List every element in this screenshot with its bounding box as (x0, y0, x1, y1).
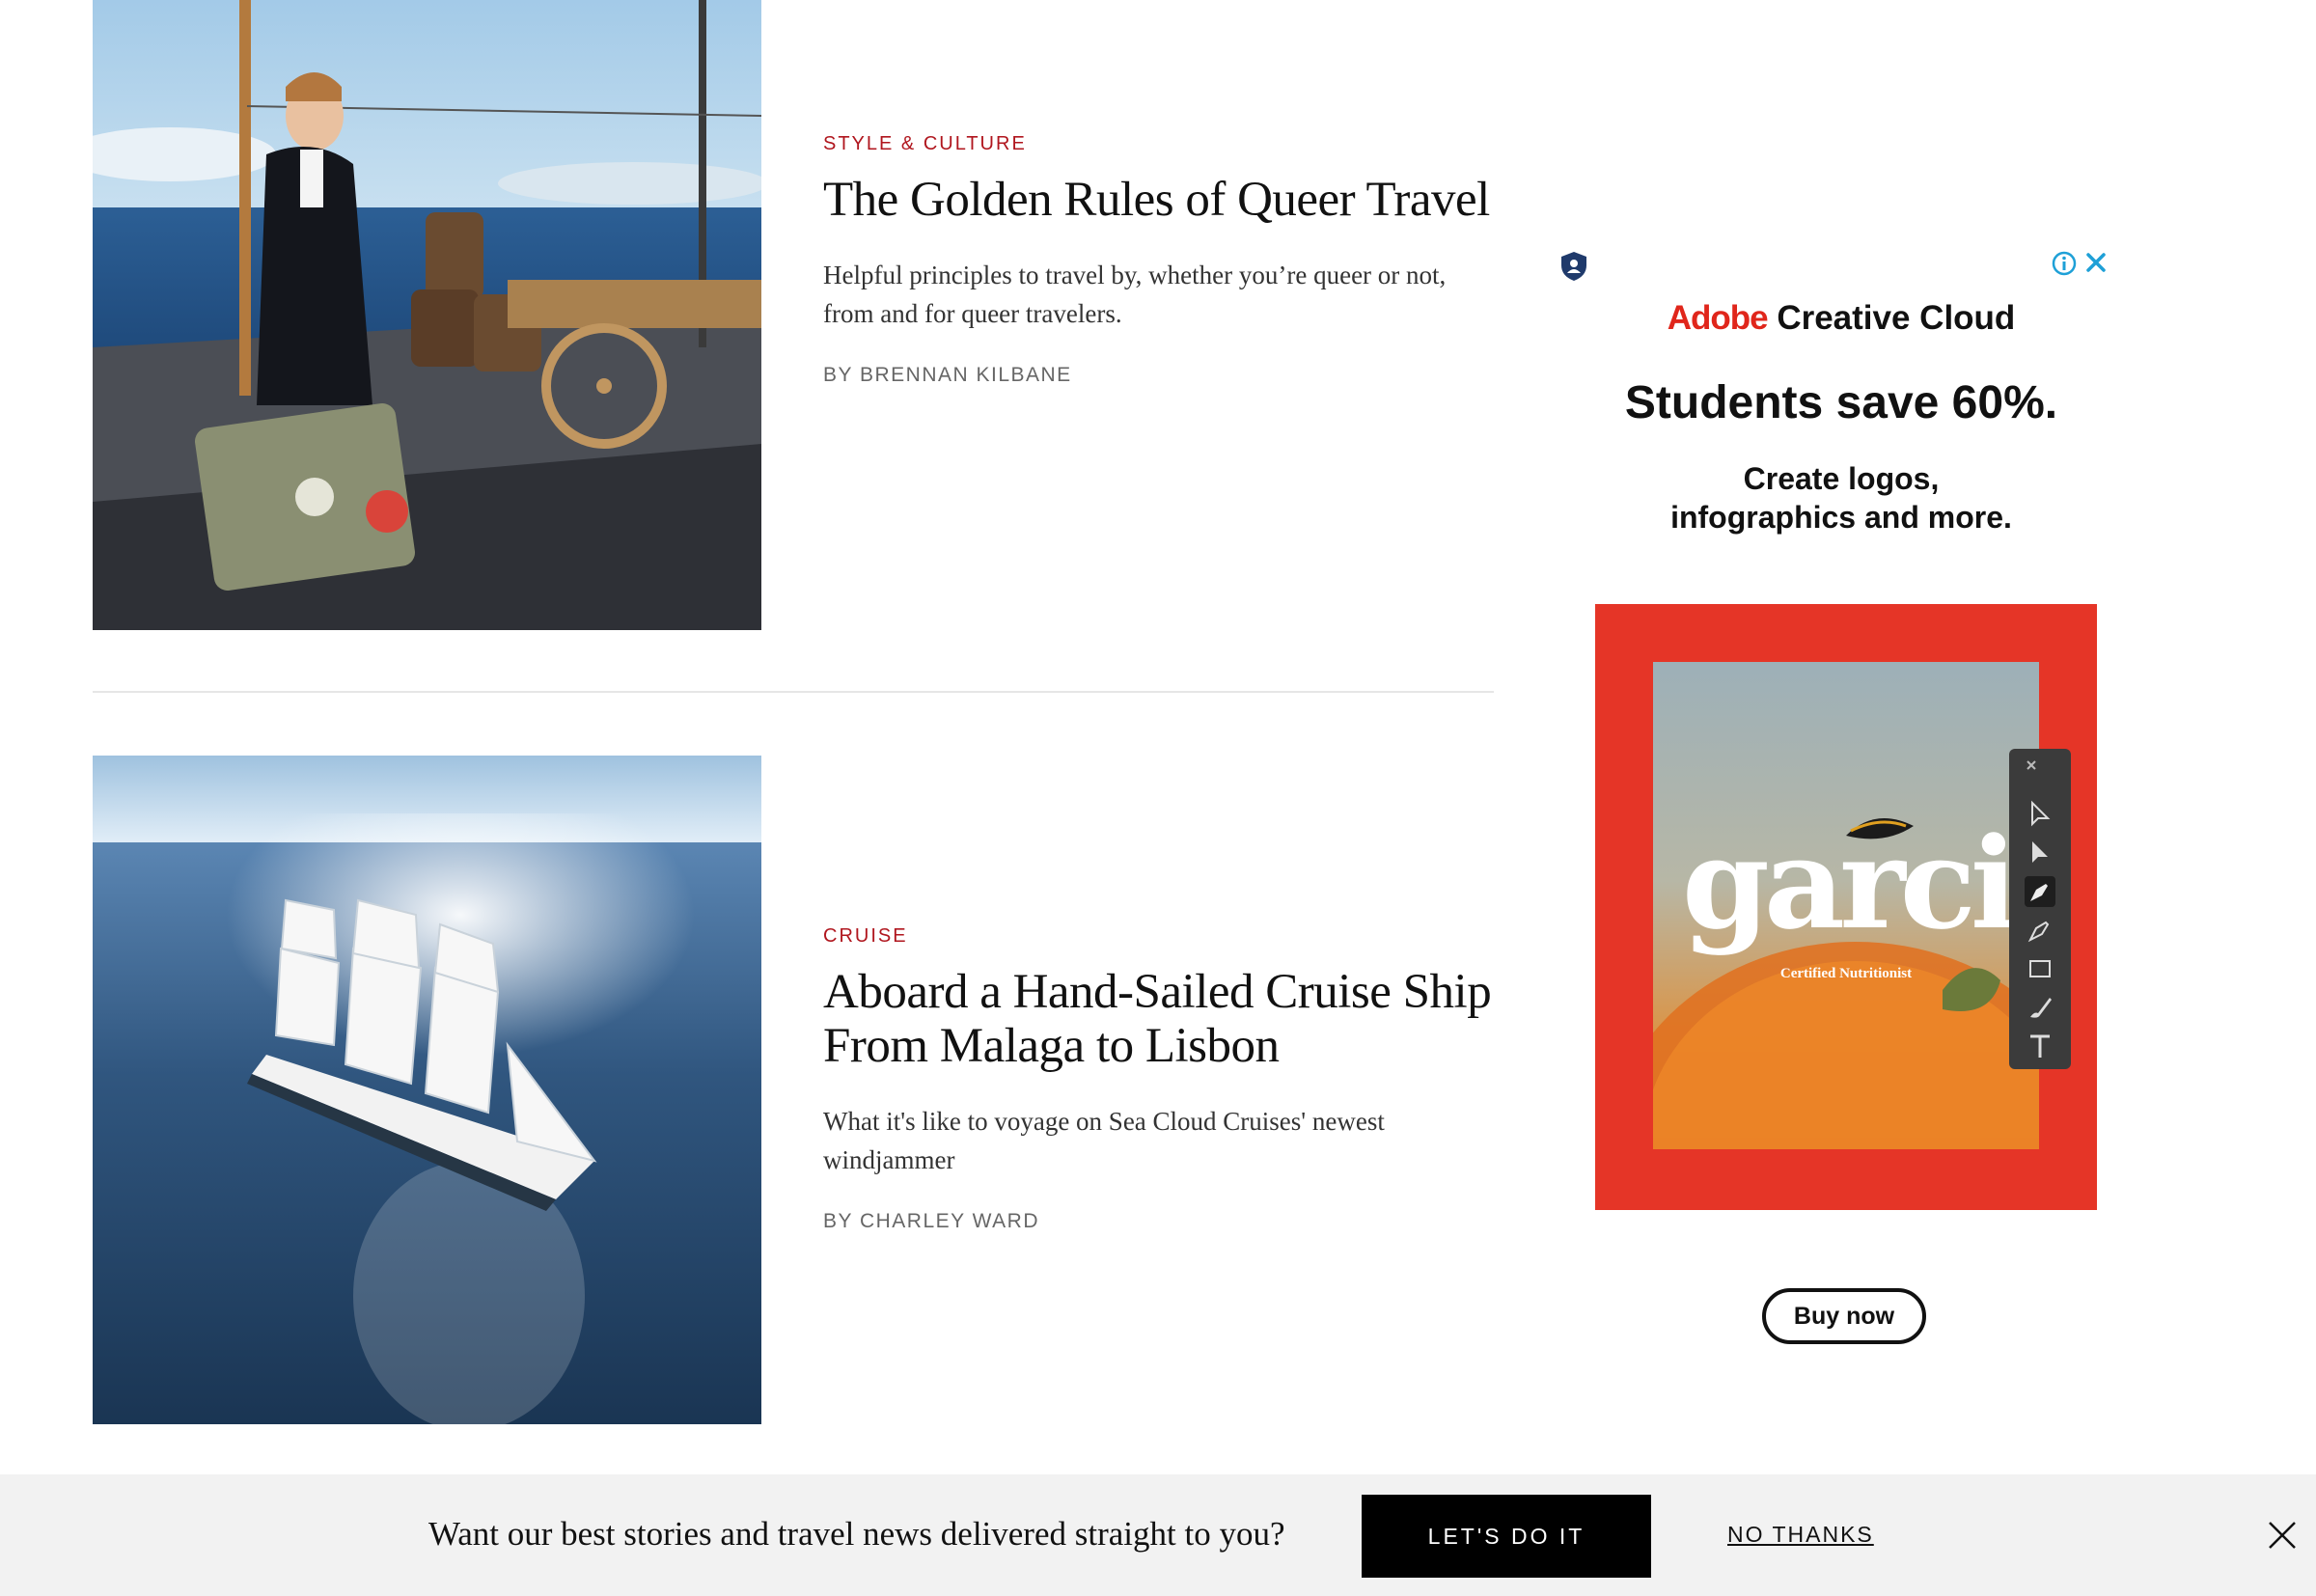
ad-shield-icon[interactable] (1559, 251, 1588, 282)
newsletter-decline-link[interactable]: NO THANKS (1727, 1522, 1874, 1548)
rectangle-tool-icon (2029, 960, 2051, 977)
selection-arrow-outline-icon (2031, 800, 2051, 827)
design-tool-panel (2009, 749, 2071, 1069)
article-dek: What it's like to voyage on Sea Cloud Cr… (823, 1107, 1385, 1174)
selection-arrow-icon (2032, 841, 2048, 863)
article-kicker[interactable]: CRUISE (823, 925, 1499, 948)
info-icon[interactable] (2052, 251, 2077, 276)
traveler-photo (93, 0, 761, 630)
ad-brand-product: Creative Cloud (1777, 299, 2016, 337)
close-icon[interactable] (2082, 249, 2109, 276)
newsletter-accept-button[interactable]: LET'S DO IT (1362, 1495, 1651, 1578)
article-image-sailing-ship[interactable] (93, 756, 761, 1424)
article-divider (93, 691, 1494, 693)
curvature-tool-icon (2027, 921, 2050, 943)
ad-subheadline-line-1: Create logos, (1743, 461, 1940, 496)
panel-close-icon (2026, 760, 2036, 770)
article-byline[interactable]: BY CHARLEY WARD (823, 1210, 1499, 1233)
ad-subheadline-line-2: infographics and more. (1670, 500, 2012, 535)
ad-headline: Students save 60%. (1624, 377, 2058, 428)
pen-tool-icon (2025, 876, 2055, 907)
ad-artwork-canvas: garcia Certified Nutritionist (1653, 662, 2039, 1149)
type-tool-icon (2030, 1034, 2050, 1058)
brush-tool-icon (2030, 998, 2052, 1018)
ad-brand: Adobe Creative Cloud (1552, 299, 2131, 338)
article-image-traveler[interactable] (93, 0, 761, 630)
sailing-ship-photo (93, 756, 761, 1424)
close-icon[interactable] (2266, 1519, 2299, 1552)
ad-brand-adobe: Adobe (1667, 299, 1769, 337)
newsletter-prompt: Want our best stories and travel news de… (428, 1515, 1285, 1553)
ad-artwork-caption: Certified Nutritionist (1779, 966, 1913, 981)
article-kicker[interactable]: STYLE & CULTURE (823, 133, 1499, 155)
article-headline[interactable]: Aboard a Hand-Sailed Cruise Ship From Ma… (823, 965, 1499, 1073)
article-headline[interactable]: The Golden Rules of Queer Travel (823, 173, 1499, 227)
ad-subheadline: Create logos, infographics and more. (1552, 459, 2131, 537)
article-byline[interactable]: BY BRENNAN KILBANE (823, 364, 1499, 387)
article-dek: Helpful principles to travel by, whether… (823, 261, 1447, 328)
sidebar-advertisement[interactable]: Adobe Creative Cloud Students save 60%. … (1552, 241, 2131, 1399)
newsletter-signup-bar: Want our best stories and travel news de… (0, 1474, 2316, 1596)
buy-now-button[interactable]: Buy now (1762, 1288, 1926, 1344)
ad-artwork-wordmark: garcia (1682, 810, 2039, 957)
